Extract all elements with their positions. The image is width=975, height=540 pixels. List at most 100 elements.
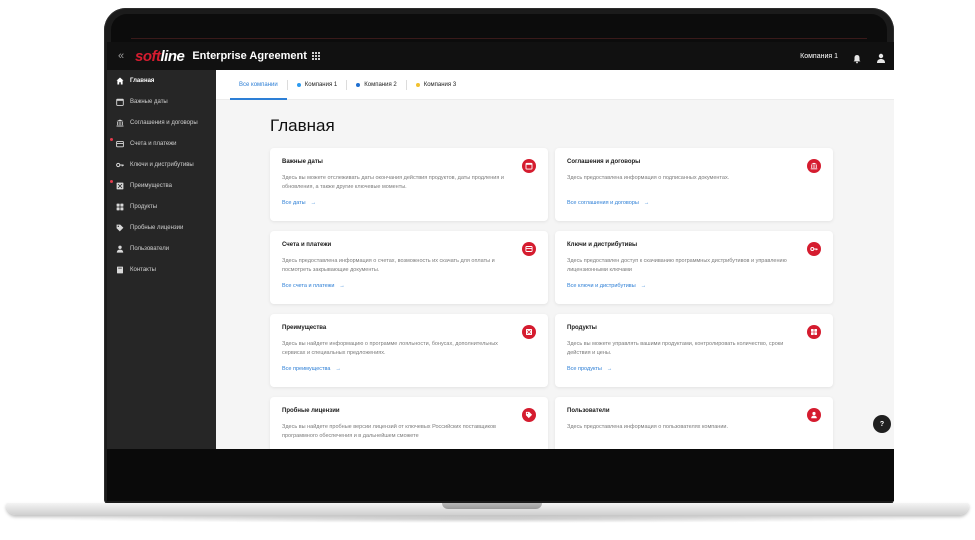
tag-icon	[522, 408, 536, 422]
sidebar-item-label: Ключи и дистрибутивы	[130, 161, 194, 168]
page-title: Главная	[270, 116, 335, 135]
card-description: Здесь предоставлен доступ к скачиванию п…	[567, 258, 787, 273]
logo-line-text: line	[160, 47, 185, 65]
card-title: Соглашения и договоры	[567, 159, 641, 165]
company-selector[interactable]: Компания 1	[800, 53, 838, 60]
tab-company-3[interactable]: Компания 3	[407, 70, 465, 100]
sidebar-item-label: Важные даты	[130, 98, 168, 105]
sidebar-item-home[interactable]: Главная	[107, 70, 216, 91]
sidebar-item-label: Соглашения и договоры	[130, 119, 198, 126]
card-description: Здесь предоставлена информация о счетах,…	[282, 258, 495, 273]
company-color-dot	[296, 82, 301, 87]
sidebar-item-label: Преимущества	[130, 182, 172, 189]
card-products[interactable]: Продукты Здесь вы можете управлять вашим…	[555, 314, 833, 387]
sidebar-item-label: Пробные лицензии	[130, 224, 184, 231]
card-description: Здесь вы можете отслеживать даты окончан…	[282, 175, 504, 190]
bank-icon	[116, 119, 124, 127]
sidebar-item-products[interactable]: Продукты	[107, 196, 216, 217]
company-color-dot	[415, 82, 420, 87]
book-icon	[116, 266, 124, 274]
grid-icon	[116, 203, 124, 211]
card-trial-licenses[interactable]: Пробные лицензии Здесь вы найдете пробны…	[270, 397, 548, 449]
arrow-right-icon: →	[339, 283, 345, 289]
card-link[interactable]: Все преимущества →	[282, 366, 341, 372]
card-link-label: Все счета и платежи	[282, 283, 335, 289]
card-link[interactable]: Все соглашения и договоры →	[567, 200, 649, 206]
bezel-line	[131, 38, 867, 39]
card-description: Здесь вы найдете информацию о программе …	[282, 341, 498, 356]
card-benefits[interactable]: Преимущества Здесь вы найдете информацию…	[270, 314, 548, 387]
calendar-icon	[522, 159, 536, 173]
sidebar-item-benefits[interactable]: Преимущества	[107, 175, 216, 196]
card-users[interactable]: Пользователи Здесь предоставлена информа…	[555, 397, 833, 449]
sidebar-item-invoices[interactable]: Счета и платежи	[107, 133, 216, 154]
user-icon	[116, 245, 124, 253]
card-keys[interactable]: Ключи и дистрибутивы Здесь предоставлен …	[555, 231, 833, 304]
arrow-right-icon: →	[310, 200, 317, 206]
bank-icon	[807, 159, 821, 173]
card-link[interactable]: Все счета и платежи →	[282, 283, 345, 289]
device-frame: « soft line Enterprise Agreement Компания…	[0, 0, 975, 540]
card-title: Продукты	[567, 325, 597, 331]
sidebar-item-agreements[interactable]: Соглашения и договоры	[107, 112, 216, 133]
card-title: Важные даты	[282, 159, 323, 165]
softline-logo[interactable]: soft line	[135, 47, 185, 65]
arrow-right-icon: →	[606, 366, 613, 372]
sidebar-item-keys[interactable]: Ключи и дистрибутивы	[107, 154, 216, 175]
company-tabs: Все компании Компания 1 Компания 2 Компа…	[216, 70, 894, 100]
sidebar-item-label: Главная	[130, 77, 155, 84]
card-description: Здесь предоставлена информация о пользов…	[567, 424, 729, 430]
apps-grid-icon[interactable]	[311, 52, 320, 60]
card-link-label: Все ключи и дистрибутивы	[567, 283, 636, 289]
sidebar-item-label: Контакты	[130, 266, 156, 273]
screen-bottom-bezel	[107, 449, 894, 501]
app-title: Enterprise Agreement	[192, 50, 307, 62]
sidebar-item-trial-licenses[interactable]: Пробные лицензии	[107, 217, 216, 238]
tab-label: Компания 1	[304, 81, 338, 88]
card-title: Преимущества	[282, 325, 327, 331]
tab-company-2[interactable]: Компания 2	[347, 70, 405, 100]
help-button[interactable]: ?	[873, 415, 891, 433]
gift-icon	[522, 325, 536, 339]
card-link-label: Все преимущества	[282, 366, 331, 372]
card-link-label: Все продукты	[567, 366, 602, 372]
sidebar-item-contacts[interactable]: Контакты	[107, 259, 216, 280]
grid-icon	[807, 325, 821, 339]
tab-label: Компания 2	[364, 81, 397, 88]
card-title: Счета и платежи	[282, 242, 332, 248]
card-link[interactable]: Все ключи и дистрибутивы →	[567, 283, 646, 289]
app-screen: « soft line Enterprise Agreement Компания…	[107, 42, 894, 449]
sidebar-item-users[interactable]: Пользователи	[107, 238, 216, 259]
tab-all-companies[interactable]: Все компании	[230, 70, 287, 100]
logo-soft-text: soft	[135, 47, 161, 65]
tab-label: Компания 3	[423, 81, 457, 88]
card-title: Пробные лицензии	[282, 408, 340, 414]
card-description: Здесь вы найдете пробные версии лицензий…	[282, 424, 496, 439]
collapse-sidebar-button[interactable]: «	[107, 50, 135, 62]
sidebar-item-important-dates[interactable]: Важные даты	[107, 91, 216, 112]
sidebar-item-label: Счета и платежи	[130, 140, 177, 147]
notification-dot	[110, 180, 113, 183]
gift-icon	[116, 182, 124, 190]
card-link[interactable]: Все даты →	[282, 200, 316, 206]
company-color-dot	[356, 82, 361, 87]
calendar-icon	[116, 98, 124, 106]
card-title: Ключи и дистрибутивы	[567, 242, 638, 248]
card-invoices[interactable]: Счета и платежи Здесь предоставлена инфо…	[270, 231, 548, 304]
user-icon	[807, 408, 821, 422]
card-link-label: Все даты	[282, 200, 306, 206]
bell-icon[interactable]	[852, 51, 862, 64]
card-title: Пользователи	[567, 408, 610, 414]
card-link[interactable]: Все продукты →	[567, 366, 612, 372]
tab-label: Все компании	[239, 81, 278, 88]
key-icon	[807, 242, 821, 256]
tab-company-1[interactable]: Компания 1	[288, 70, 346, 100]
laptop-notch	[442, 503, 542, 509]
card-agreements[interactable]: Соглашения и договоры Здесь предоставлен…	[555, 148, 833, 221]
arrow-right-icon: →	[640, 283, 647, 289]
sidebar-item-label: Пользователи	[130, 245, 170, 252]
user-profile-icon[interactable]	[876, 51, 886, 63]
card-important-dates[interactable]: Важные даты Здесь вы можете отслеживать …	[270, 148, 548, 221]
top-right-controls: Компания 1	[800, 51, 894, 64]
arrow-right-icon: →	[335, 366, 341, 372]
